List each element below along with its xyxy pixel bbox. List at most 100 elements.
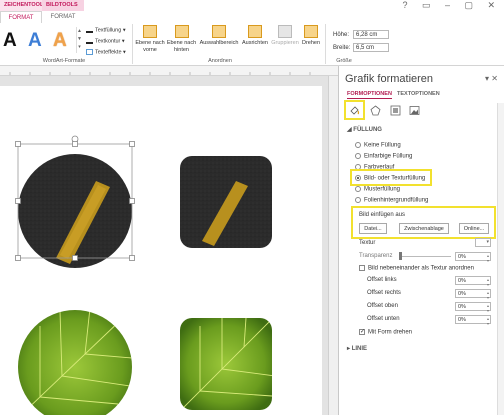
pane-scrollbar[interactable] [497, 103, 504, 415]
tab-textoptionen[interactable]: TEXTOPTIONEN [397, 91, 440, 97]
group-label-anordnen: Anordnen [208, 58, 232, 64]
section-linie[interactable]: ▸ LINIE [347, 345, 367, 352]
horizontal-ruler[interactable] [0, 66, 338, 76]
effects-icon[interactable] [369, 104, 382, 117]
radio-label: Keine Füllung [364, 142, 401, 149]
radio-dot [355, 197, 361, 203]
tile-checkbox[interactable]: Bild nebeneinander als Textur anordnen [359, 265, 474, 272]
radio-einfarbige-fuellung[interactable]: Einfarbige Füllung [355, 153, 412, 160]
transparency-slider-thumb[interactable] [399, 252, 402, 260]
leaf-circle-shape[interactable] [18, 308, 132, 415]
offset-bottom-label: Offset unten [367, 316, 400, 322]
text-outline-icon [86, 38, 93, 44]
section-fuellung[interactable]: ◢ FÜLLUNG [347, 126, 382, 133]
width-row: Breite: 6,5 cm [333, 43, 389, 52]
offset-right-field[interactable]: 0% ▴ ▾ [455, 289, 491, 300]
offset-bottom-value: 0% [458, 317, 466, 323]
bring-forward-button[interactable]: Ebene nach vorne [135, 25, 165, 61]
text-outline-command[interactable]: Textkontur ▾ [86, 38, 125, 44]
texture-label: Textur [359, 240, 376, 246]
group-label-wordart: WordArt-Formate [42, 58, 86, 64]
height-field[interactable]: 6,28 cm [353, 30, 389, 39]
group-label-groesse: Größe [336, 58, 352, 64]
highlight-picture-fill [350, 169, 432, 186]
radio-folienhintergrund[interactable]: Folienhintergrundfüllung [355, 197, 428, 204]
send-backward-label: Ebene nach hinten [166, 40, 197, 53]
ribbon: ZEICHENTOOLS BILDTOOLS FORMAT FORMAT ? ▭… [0, 0, 504, 66]
align-label: Ausrichten [242, 40, 268, 46]
offset-right-label: Offset rechts [367, 290, 401, 296]
context-tab-zeichentools: ZEICHENTOOLS [0, 0, 47, 11]
asphalt-square-shape[interactable] [180, 156, 272, 248]
offset-left-value: 0% [458, 278, 466, 284]
bring-forward-label: Ebene nach vorne [135, 40, 165, 53]
offset-top-value: 0% [458, 304, 466, 310]
window-controls[interactable]: ? ▭ – ▢ ✕ [402, 0, 501, 11]
vertical-scrollbar[interactable] [328, 76, 338, 415]
rotate-with-shape-checkbox[interactable]: Mit Form drehen [359, 328, 413, 336]
radio-dot [355, 186, 361, 192]
rotate-icon [304, 25, 318, 38]
selection-pane-button[interactable]: Auswahlbereich [198, 25, 240, 61]
width-label: Breite: [333, 45, 351, 52]
format-picture-pane: Grafik formatieren ▾ ✕ FORMOPTIONEN TEXT… [338, 66, 504, 415]
offset-right-value: 0% [458, 291, 466, 297]
texture-picker[interactable]: ▾ [475, 238, 491, 247]
radio-label: Einfarbige Füllung [364, 153, 413, 160]
radio-dot [355, 153, 361, 159]
highlight-insert-from [351, 206, 496, 239]
group-separator [132, 24, 133, 64]
text-fill-label: Textfüllung [95, 27, 122, 34]
checkbox-box [359, 265, 365, 271]
rotate-button[interactable]: Drehen [300, 25, 322, 61]
transparency-field[interactable]: 0% ▴ ▾ [455, 252, 491, 263]
selection-pane-label: Auswahlbereich [199, 40, 239, 46]
checkbox-box-checked [359, 328, 365, 335]
wordart-gallery-scroll[interactable]: ▲ ▼ ▾ [76, 27, 82, 53]
offset-left-field[interactable]: 0% ▴ ▾ [455, 276, 491, 287]
asphalt-circle-shape[interactable] [18, 154, 132, 268]
height-label: Höhe: [333, 32, 350, 39]
text-effects-command[interactable]: Texteffekte ▾ [86, 49, 126, 55]
group-label: Gruppieren [271, 40, 299, 46]
picture-icon[interactable] [408, 104, 421, 117]
rotate-label: Drehen [301, 40, 321, 46]
ruler-ticks [9, 72, 311, 75]
transparency-value: 0% [458, 254, 466, 260]
wordart-style-orange[interactable]: A [53, 30, 67, 52]
radio-musterfuellung[interactable]: Musterfüllung [355, 186, 400, 193]
height-row: Höhe: 6,28 cm [333, 30, 389, 39]
align-button[interactable]: Ausrichten [240, 25, 270, 61]
section-fuellung-label: FÜLLUNG [353, 127, 382, 133]
group-button[interactable]: Gruppieren [270, 25, 300, 61]
slide-canvas[interactable] [0, 86, 322, 415]
leaf-square-shape[interactable] [175, 316, 275, 415]
pane-title: Grafik formatieren [345, 73, 434, 85]
text-outline-label: Textkontur [95, 38, 121, 45]
transparency-slider[interactable] [401, 256, 451, 257]
wordart-style-black[interactable]: A [3, 30, 17, 52]
section-linie-label: LINIE [351, 346, 368, 352]
tab-format-zeichentools[interactable]: FORMAT [0, 11, 42, 23]
offset-top-label: Offset oben [367, 303, 398, 309]
width-field[interactable]: 6,5 cm [353, 43, 389, 52]
send-backward-button[interactable]: Ebene nach hinten [166, 25, 197, 61]
radio-keine-fuellung[interactable]: Keine Füllung [355, 142, 401, 149]
bring-forward-icon [143, 25, 157, 38]
offset-bottom-field[interactable]: 0% ▴ ▾ [455, 315, 491, 326]
size-properties-icon[interactable] [389, 104, 402, 117]
pane-controls[interactable]: ▾ ✕ [485, 74, 498, 83]
radio-label: Musterfüllung [364, 186, 401, 193]
text-fill-command[interactable]: Textfüllung ▾ [86, 27, 126, 33]
offset-top-field[interactable]: 0% ▴ ▾ [455, 302, 491, 313]
slide-editor-area [0, 76, 338, 415]
tab-format-bildtools[interactable]: FORMAT [42, 11, 84, 23]
wordart-style-blue[interactable]: A [28, 30, 42, 52]
rotate-with-shape-label: Mit Form drehen [368, 329, 413, 336]
tab-formoptionen[interactable]: FORMOPTIONEN [347, 91, 392, 99]
text-fill-icon [86, 27, 93, 33]
send-backward-icon [174, 25, 189, 38]
slide-shapes [15, 135, 275, 415]
highlight-fill-icon [344, 100, 365, 120]
text-effects-label: Texteffekte [95, 49, 122, 56]
